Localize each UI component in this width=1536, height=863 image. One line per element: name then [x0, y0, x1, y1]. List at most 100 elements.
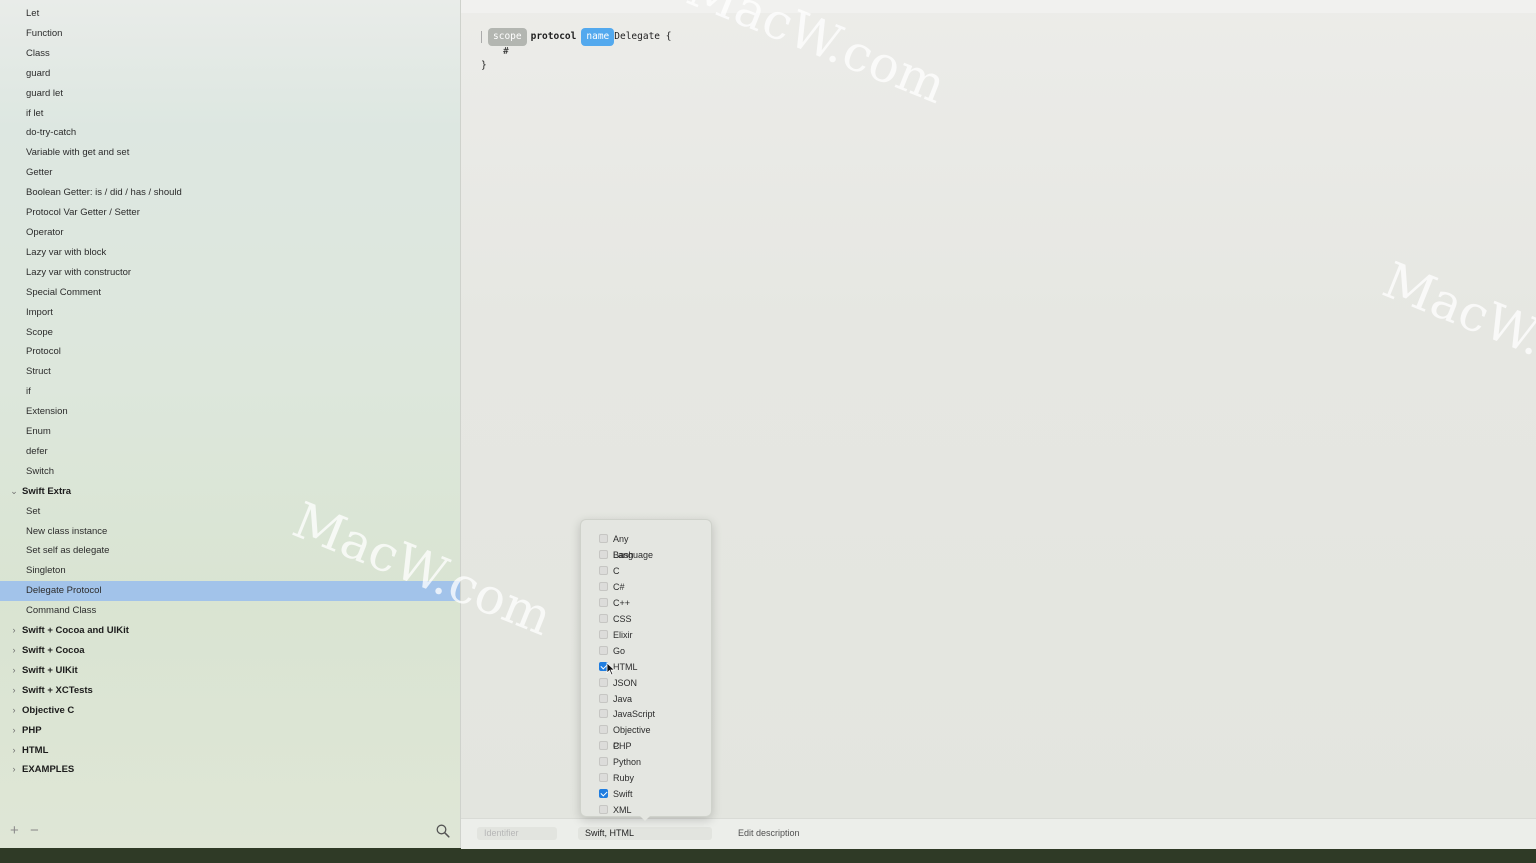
- sidebar-item[interactable]: defer: [0, 442, 460, 462]
- sidebar-item[interactable]: Operator: [0, 223, 460, 243]
- language-option-label: CSS: [613, 613, 632, 624]
- checkbox-icon[interactable]: [599, 773, 608, 783]
- sidebar-group[interactable]: › Swift + Cocoa: [0, 641, 460, 661]
- checkbox-icon[interactable]: [599, 565, 608, 575]
- code-line-3: }: [481, 60, 487, 71]
- checkbox-checked-icon[interactable]: [599, 789, 608, 799]
- language-option-label: C: [613, 565, 620, 576]
- chevron-right-icon[interactable]: ›: [9, 621, 19, 641]
- sidebar-item[interactable]: if: [0, 382, 460, 402]
- sidebar-item[interactable]: Class: [0, 44, 460, 64]
- sidebar-item[interactable]: Variable with get and set: [0, 143, 460, 163]
- sidebar-item[interactable]: Let: [0, 4, 460, 24]
- language-option-label: Elixir: [613, 629, 633, 640]
- language-option-label: JavaScript: [613, 709, 656, 720]
- sidebar-group[interactable]: › Swift + UIKit: [0, 661, 460, 681]
- sidebar-footer: + −: [0, 820, 460, 844]
- sidebar-item[interactable]: Set self as delegate: [0, 541, 460, 561]
- checkbox-icon[interactable]: [599, 534, 608, 543]
- checkbox-icon[interactable]: [599, 757, 608, 767]
- chevron-down-icon[interactable]: ⌄: [9, 482, 19, 502]
- description-field[interactable]: Edit description: [731, 827, 891, 840]
- checkbox-icon[interactable]: [599, 709, 608, 719]
- checkbox-icon[interactable]: [599, 725, 608, 735]
- checkbox-icon[interactable]: [599, 581, 608, 591]
- sidebar-item-label: do-try-catch: [26, 127, 77, 139]
- sidebar-group[interactable]: › HTML: [0, 741, 460, 761]
- checkbox-icon[interactable]: [599, 741, 608, 751]
- chevron-right-icon[interactable]: ›: [9, 741, 19, 761]
- sidebar-item[interactable]: guard: [0, 64, 460, 84]
- add-button[interactable]: +: [10, 822, 19, 839]
- sidebar-item-label: Command Class: [26, 605, 97, 617]
- checkbox-icon[interactable]: [599, 613, 608, 623]
- chevron-right-icon[interactable]: ›: [9, 701, 19, 721]
- sidebar-item[interactable]: Delegate Protocol: [0, 581, 460, 602]
- sidebar-item-label: defer: [26, 445, 48, 457]
- sidebar-group[interactable]: › Swift + XCTests: [0, 681, 460, 701]
- sidebar-item[interactable]: Set: [0, 502, 460, 522]
- code-content[interactable]: scope protocol name Delegate { # }: [481, 28, 671, 74]
- language-option-label: Go: [613, 645, 626, 656]
- chevron-right-icon[interactable]: ›: [9, 641, 19, 661]
- sidebar-item[interactable]: Scope: [0, 323, 460, 343]
- identifier-field[interactable]: Identifier: [477, 827, 557, 840]
- sidebar-item[interactable]: New class instance: [0, 522, 460, 542]
- sidebar-item[interactable]: Getter: [0, 163, 460, 183]
- code-text: Delegate {: [614, 31, 672, 42]
- sidebar-item-label: Scope: [26, 326, 53, 338]
- sidebar-item[interactable]: Function: [0, 24, 460, 44]
- checkbox-icon[interactable]: [599, 597, 608, 607]
- chevron-right-icon[interactable]: ›: [9, 760, 19, 780]
- sidebar-item[interactable]: Protocol Var Getter / Setter: [0, 203, 460, 223]
- sidebar-group[interactable]: › PHP: [0, 721, 460, 741]
- sidebar-item[interactable]: Switch: [0, 462, 460, 482]
- checkbox-icon[interactable]: [599, 693, 608, 703]
- sidebar-item[interactable]: guard let: [0, 84, 460, 104]
- sidebar-item[interactable]: if let: [0, 104, 460, 124]
- sidebar-item-label: HTML: [22, 744, 49, 756]
- sidebar-group[interactable]: › Objective C: [0, 701, 460, 721]
- keyword-protocol: protocol: [530, 31, 577, 42]
- sidebar-item-label: Let: [26, 8, 40, 19]
- sidebar-item-label: Boolean Getter: is / did / has / should: [26, 187, 182, 199]
- mouse-pointer-icon: [606, 662, 616, 676]
- chevron-right-icon[interactable]: ›: [9, 661, 19, 681]
- checkbox-icon[interactable]: [599, 549, 608, 559]
- checkbox-icon[interactable]: [599, 645, 608, 655]
- languages-selector[interactable]: Swift, HTML: [578, 827, 712, 840]
- sidebar-item[interactable]: Singleton: [0, 561, 460, 581]
- sidebar-item[interactable]: Lazy var with block: [0, 243, 460, 263]
- sidebar-item[interactable]: Enum: [0, 422, 460, 442]
- editor-top-bar: [461, 0, 1536, 13]
- sidebar-item[interactable]: Import: [0, 303, 460, 323]
- checkbox-icon[interactable]: [599, 805, 608, 815]
- sidebar-item[interactable]: Extension: [0, 402, 460, 422]
- popover-arrow: [636, 812, 654, 821]
- sidebar-group[interactable]: › Swift + Cocoa and UIKit: [0, 621, 460, 641]
- sidebar-item[interactable]: Command Class: [0, 601, 460, 621]
- sidebar-item-label: EXAMPLES: [22, 764, 75, 776]
- sidebar-item[interactable]: Special Comment: [0, 283, 460, 303]
- language-option-label: XML: [613, 805, 632, 816]
- sidebar-group[interactable]: ⌄ Swift Extra: [0, 482, 460, 502]
- language-option-label: PHP: [613, 741, 632, 752]
- search-icon[interactable]: [436, 824, 452, 840]
- sidebar-item-label: if let: [26, 107, 44, 119]
- sidebar-item[interactable]: Protocol: [0, 342, 460, 362]
- checkbox-icon[interactable]: [599, 629, 608, 639]
- sidebar-item[interactable]: Lazy var with constructor: [0, 263, 460, 283]
- sidebar-item[interactable]: Boolean Getter: is / did / has / should: [0, 183, 460, 203]
- checkbox-icon[interactable]: [599, 677, 608, 687]
- language-option-label: C#: [613, 581, 625, 592]
- language-option-label: HTML: [613, 661, 638, 672]
- snippet-tree: Let Function Class guard guard let if let do-t…: [0, 4, 460, 780]
- sidebar-item[interactable]: do-try-catch: [0, 123, 460, 143]
- sidebar-group[interactable]: › EXAMPLES: [0, 760, 460, 780]
- remove-button[interactable]: −: [30, 822, 39, 839]
- language-option-label: Python: [613, 757, 642, 768]
- chevron-right-icon[interactable]: ›: [9, 721, 19, 741]
- chevron-right-icon[interactable]: ›: [9, 681, 19, 701]
- sidebar-item[interactable]: Struct: [0, 362, 460, 382]
- sidebar-item-label: Getter: [26, 167, 53, 179]
